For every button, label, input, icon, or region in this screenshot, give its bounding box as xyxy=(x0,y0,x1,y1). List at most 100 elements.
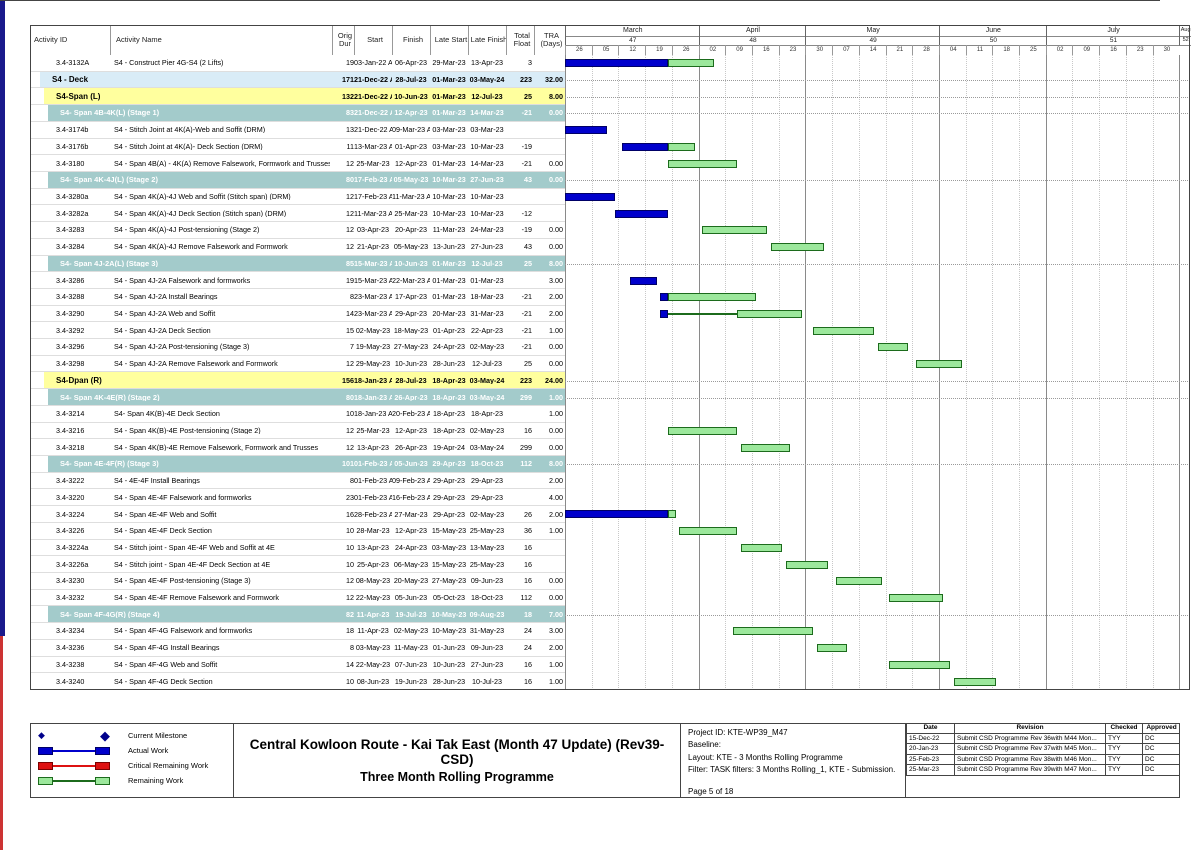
cell: 25-Mar-23 xyxy=(354,427,392,434)
cell: S4 - Span 4F-4G Install Bearings xyxy=(114,644,330,651)
cell: 3.4-3224 xyxy=(56,511,108,518)
cell: 3.4-3240 xyxy=(56,678,108,685)
cell: 17-Apr-23 xyxy=(392,293,430,300)
cell: 12 xyxy=(332,444,354,451)
timeline-week-start-date: 19 xyxy=(645,45,673,55)
cell: 11-Mar-23 xyxy=(430,226,468,233)
cell: 29-Apr-23 xyxy=(430,494,468,501)
cell: 10-Mar-23 xyxy=(468,193,506,200)
gantt-bar-actual xyxy=(565,126,607,134)
cell: 10-Jun-23 xyxy=(392,260,430,267)
cell: 03-May-24 xyxy=(468,394,506,401)
cell: 01-Apr-23 xyxy=(392,143,430,150)
gantt-bar-actual xyxy=(565,193,615,201)
cell: 18-Apr-23 xyxy=(430,410,468,417)
cell: 09-Mar-23 A xyxy=(392,126,430,133)
cell: 25-May-23 xyxy=(468,527,506,534)
cell: 19 xyxy=(332,277,354,284)
cell: 09-Feb-23 A xyxy=(392,477,430,484)
gantt-bar-remaining xyxy=(679,527,736,535)
summary-row: S4- Span 4E-4F(R) (Stage 3)10101-Feb-23 … xyxy=(30,456,565,473)
cell: S4 - Span 4K(A)-4J Post-tensioning (Stag… xyxy=(114,226,330,233)
gantt-group-guideline xyxy=(565,398,1190,399)
cell: 12-Jul-23 xyxy=(468,93,506,100)
table-row: 3.4-3280aS4 - Span 4K(A)-4J Web and Soff… xyxy=(30,189,565,206)
cell: 13-Apr-23 xyxy=(354,544,392,551)
cell: 2.00 xyxy=(534,511,563,518)
cell: 36 xyxy=(506,527,532,534)
cell: 0.00 xyxy=(534,444,563,451)
cell: 15-May-23 xyxy=(430,561,468,568)
legend-item-critical: Critical Remaining Work xyxy=(38,758,228,773)
cell: 25 xyxy=(506,360,532,367)
cell: 01-Mar-23 xyxy=(430,76,468,83)
gantt-bar-remaining-neck xyxy=(668,313,737,315)
cell: 01-Jun-23 xyxy=(430,644,468,651)
cell: 03-May-23 xyxy=(430,544,468,551)
cell: 22-Mar-23 A xyxy=(392,277,430,284)
gantt-group-guideline xyxy=(565,80,1190,81)
cell: S4 - Construct Pier 4G-S4 (2 Lifts) xyxy=(114,59,330,66)
cell: 18-Jan-23 A xyxy=(354,394,392,401)
gantt-bar-remaining xyxy=(741,544,783,552)
footer-divider-2 xyxy=(680,723,681,798)
gantt-bar-remaining xyxy=(836,577,882,585)
cell: 05-Oct-23 xyxy=(430,594,468,601)
cell: 1.00 xyxy=(534,527,563,534)
cell: S4- Span 4K(B)-4E Deck Section xyxy=(114,410,330,417)
gantt-bar-remaining xyxy=(813,327,874,335)
cell: S4 - Stitch Joint at 4K(A)- Deck Section… xyxy=(114,143,330,150)
cell: 10-Jul-23 xyxy=(468,678,506,685)
cell: 3.4-3232 xyxy=(56,594,108,601)
cell: S4 - Span 4E-4F Remove Falsework and For… xyxy=(114,594,330,601)
cell: 83 xyxy=(332,109,354,116)
cell: 299 xyxy=(506,444,532,451)
cell: S4 - Span 4E-4F Web and Soffit xyxy=(114,511,330,518)
cell: 0.00 xyxy=(534,577,563,584)
cell: 15-Mar-23 A xyxy=(354,277,392,284)
cell: 223 xyxy=(506,76,532,83)
timeline-week-start-date: 07 xyxy=(832,45,860,55)
column-header-start: Start xyxy=(354,25,395,55)
table-row: 3.4-3284S4 - Span 4K(A)-4J Remove Falsew… xyxy=(30,239,565,256)
cell: 21-Dec-22 A xyxy=(354,93,392,100)
cell: 12 xyxy=(332,243,354,250)
week-gridline xyxy=(1072,55,1073,690)
cell: 03-Mar-23 xyxy=(430,126,468,133)
cell: 24 xyxy=(506,627,532,634)
cell: 12 xyxy=(332,360,354,367)
cell: 24-Mar-23 xyxy=(468,226,506,233)
cell: 10-Mar-23 xyxy=(430,210,468,217)
cell: 01-Mar-23 xyxy=(430,109,468,116)
cell: 11-Apr-23 xyxy=(354,627,392,634)
cell: 10-Mar-23 xyxy=(430,193,468,200)
cell: 3.4-3290 xyxy=(56,310,108,317)
cell: 82 xyxy=(332,611,354,618)
cell: 0.00 xyxy=(534,594,563,601)
cell: 10 xyxy=(332,561,354,568)
table-row: 3.4-3174bS4 - Stitch Joint at 4K(A)-Web … xyxy=(30,122,565,139)
cell: 10 xyxy=(332,544,354,551)
cell: 8.00 xyxy=(534,460,563,467)
legend-label: Critical Remaining Work xyxy=(128,761,208,770)
cell: 22-May-23 xyxy=(354,594,392,601)
schedule-area: Activity IDActivity NameOrig DurStartFin… xyxy=(0,0,1202,720)
column-header-activity-name: Activity Name xyxy=(110,25,338,55)
cell: S4 - Stitch joint - Span 4E-4F Web and S… xyxy=(114,544,330,551)
revision-cell: DC xyxy=(1142,734,1180,745)
column-header-total-float: Total Float xyxy=(506,25,537,55)
cell: S4 - Span 4K(B)-4E Post-tensioning (Stag… xyxy=(114,427,330,434)
cell: 2.00 xyxy=(534,310,563,317)
cell: 09-Aug-23 xyxy=(468,611,506,618)
cell: 12-Apr-23 xyxy=(392,160,430,167)
cell: 29-Apr-23 xyxy=(430,511,468,518)
week-gridline xyxy=(618,55,619,690)
revision-header-cell: Checked xyxy=(1105,723,1142,734)
cell: 08-Jun-23 xyxy=(354,678,392,685)
cell: 12 xyxy=(332,577,354,584)
cell: -21 xyxy=(506,293,532,300)
gantt-bar-remaining xyxy=(916,360,962,368)
cell: 14 xyxy=(332,310,354,317)
cell: 05-May-23 xyxy=(392,243,430,250)
cell: 10 xyxy=(332,678,354,685)
